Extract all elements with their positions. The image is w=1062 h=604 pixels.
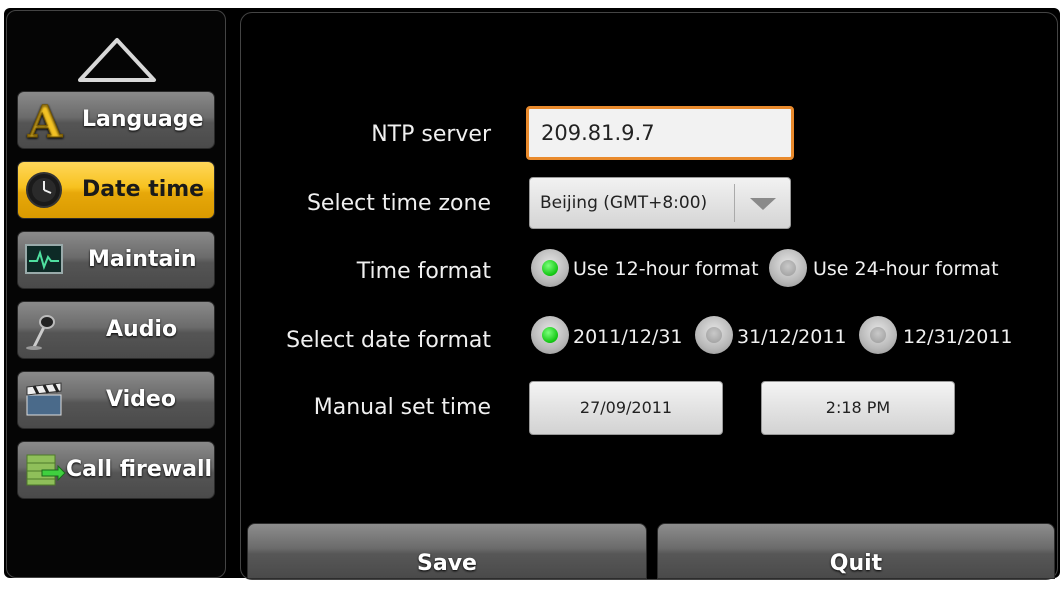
sidebar-item-language[interactable]: A Language	[17, 91, 215, 149]
microphone-icon	[26, 315, 55, 350]
manual-date-button[interactable]: 27/09/2011	[529, 381, 723, 435]
radio-date-ymd[interactable]	[531, 316, 569, 354]
radio-date-dmy[interactable]	[695, 316, 733, 354]
settings-sidebar: A Language Date time Maintain Audio Vide…	[6, 10, 226, 578]
clapperboard-icon	[26, 382, 62, 416]
ntp-server-input[interactable]: 209.81.9.7	[526, 106, 794, 160]
radio-unselected	[780, 260, 796, 276]
sidebar-item-label: Date time	[82, 177, 205, 202]
radio-12-hour-label[interactable]: Use 12-hour format	[573, 258, 759, 280]
save-button[interactable]: Save	[247, 523, 647, 579]
radio-24-hour-label[interactable]: Use 24-hour format	[813, 258, 999, 280]
firewall-icon	[26, 454, 66, 486]
quit-button[interactable]: Quit	[657, 523, 1055, 579]
sidebar-item-maintain[interactable]: Maintain	[17, 231, 215, 289]
svg-text:A: A	[27, 99, 63, 141]
radio-12-hour[interactable]	[531, 249, 569, 287]
time-format-label: Time format	[356, 259, 491, 284]
sidebar-item-video[interactable]: Video	[17, 371, 215, 429]
manual-time-label: Manual set time	[313, 395, 491, 420]
ntp-server-label: NTP server	[371, 122, 491, 147]
radio-unselected	[706, 327, 722, 343]
radio-unselected	[870, 327, 886, 343]
radio-24-hour[interactable]	[769, 249, 807, 287]
clock-icon	[26, 172, 62, 208]
sidebar-item-label: Call firewall	[66, 457, 213, 482]
chevron-down-icon	[750, 198, 776, 210]
select-divider	[734, 184, 735, 222]
radio-selected-dot	[542, 260, 558, 276]
radio-date-mdy[interactable]	[859, 316, 897, 354]
sidebar-item-label: Maintain	[88, 247, 197, 272]
sidebar-item-audio[interactable]: Audio	[17, 301, 215, 359]
radio-date-dmy-label[interactable]: 31/12/2011	[737, 326, 847, 348]
sidebar-item-label: Audio	[106, 317, 178, 342]
manual-time-button[interactable]: 2:18 PM	[761, 381, 955, 435]
heartbeat-monitor-icon	[25, 244, 63, 274]
timezone-label: Select time zone	[306, 191, 491, 216]
sidebar-item-label: Video	[106, 387, 176, 412]
radio-date-mdy-label[interactable]: 12/31/2011	[903, 326, 1013, 348]
timezone-value: Beijing (GMT+8:00)	[540, 193, 708, 213]
date-time-settings-panel: NTP server 209.81.9.7 Select time zone B…	[240, 12, 1058, 580]
letter-a-icon: A	[27, 99, 64, 141]
sidebar-item-call-firewall[interactable]: Call firewall	[17, 441, 215, 499]
sidebar-item-label: Language	[82, 107, 204, 132]
sidebar-item-date-time[interactable]: Date time	[17, 161, 215, 219]
date-format-label: Select date format	[286, 328, 491, 353]
radio-date-ymd-label[interactable]: 2011/12/31	[573, 326, 683, 348]
radio-selected-dot	[542, 327, 558, 343]
timezone-select[interactable]: Beijing (GMT+8:00)	[529, 177, 791, 229]
up-triangle-icon[interactable]	[77, 37, 157, 83]
